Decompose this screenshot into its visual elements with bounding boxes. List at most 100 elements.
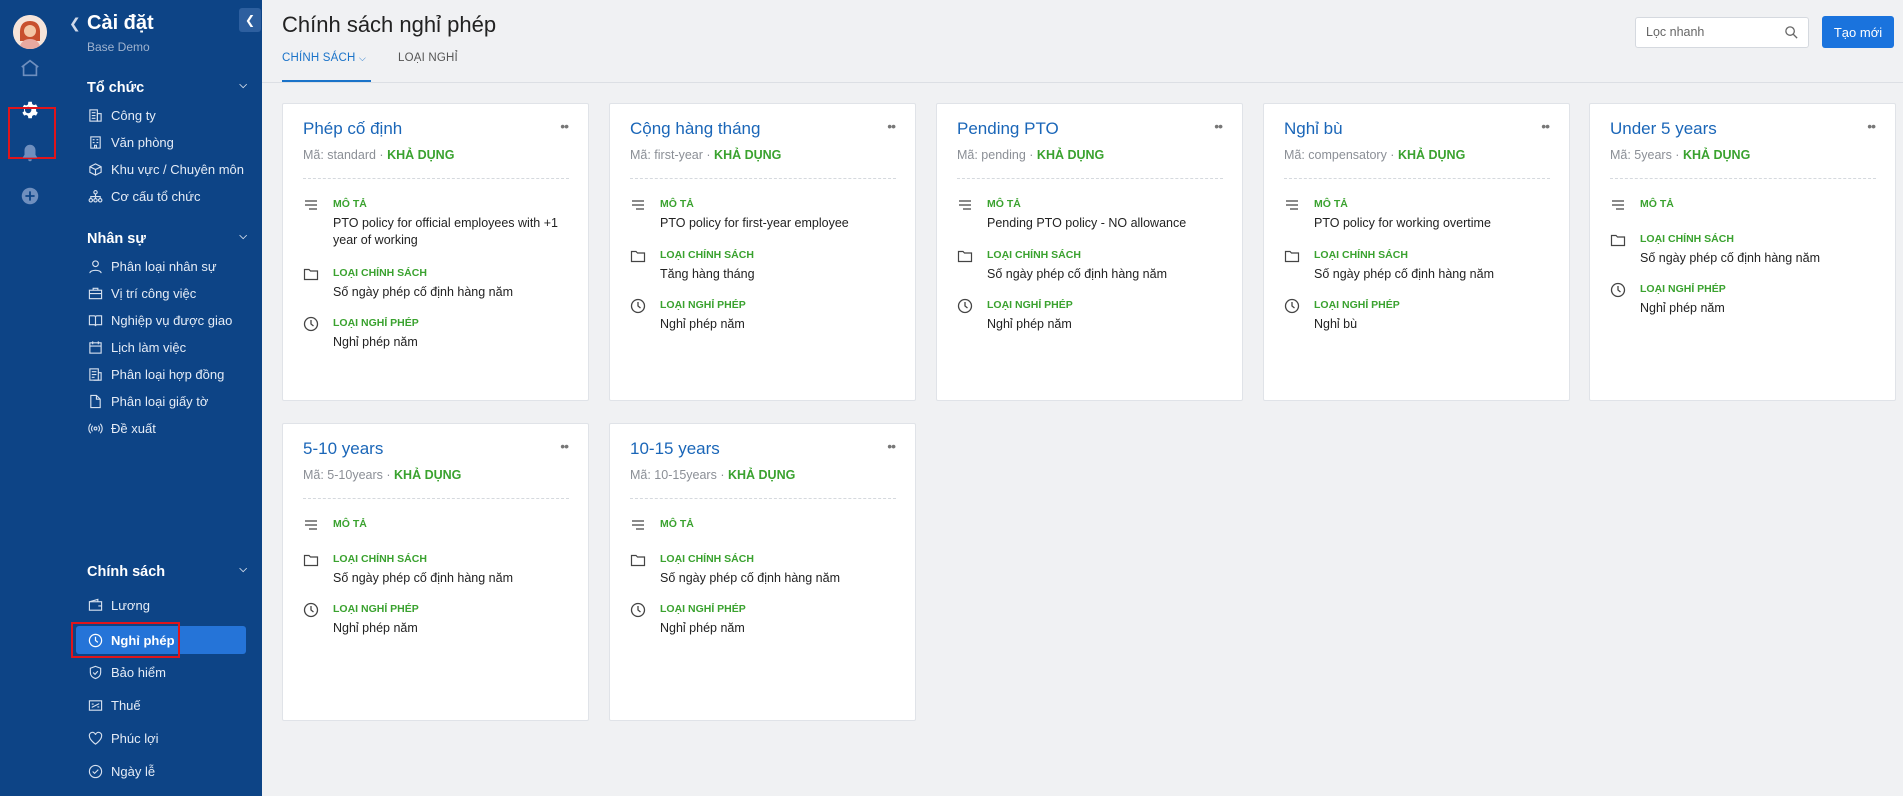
divider xyxy=(303,498,569,499)
folder-icon xyxy=(630,248,646,264)
folder-icon xyxy=(303,266,319,282)
policy-title[interactable]: 10-15 years xyxy=(630,439,720,459)
shield-icon xyxy=(87,664,103,680)
description-value: Pending PTO policy - NO allowance xyxy=(987,216,1187,230)
description-label: MÔ TẢ xyxy=(660,518,694,530)
policy-code: Mã: 10-15years · xyxy=(630,468,725,482)
policy-code: Mã: pending · xyxy=(957,148,1034,162)
sidebar-item-luong[interactable]: Lương xyxy=(87,594,150,616)
policy-type-label: LOẠI CHÍNH SÁCH xyxy=(1640,233,1734,245)
policy-title[interactable]: Under 5 years xyxy=(1610,119,1717,139)
clock-icon xyxy=(630,298,646,314)
leave-type-value: Nghỉ phép năm xyxy=(987,317,1072,331)
sidebar-item-nghiep-vu[interactable]: Nghiệp vụ được giao xyxy=(87,309,232,331)
clock-icon xyxy=(630,602,646,618)
create-new-button[interactable]: Tạo mới xyxy=(1822,16,1894,48)
add-circle-icon[interactable] xyxy=(17,183,43,209)
text-lines-icon xyxy=(1610,197,1626,213)
active-tab-indicator xyxy=(282,80,371,82)
bell-icon[interactable] xyxy=(17,140,43,166)
policy-meta: Mã: 5years · KHẢ DỤNG xyxy=(1610,148,1750,162)
more-options-icon[interactable]: •• xyxy=(1867,118,1876,134)
policy-card[interactable]: Cộng hàng tháng •• Mã: first-year · KHẢ … xyxy=(609,103,916,401)
leave-type-label: LOẠI NGHỈ PHÉP xyxy=(987,299,1073,311)
description-label: MÔ TẢ xyxy=(1314,198,1348,210)
sidebar-item-giay-to[interactable]: Phân loại giấy tờ xyxy=(87,390,208,412)
sidebar-item-hop-dong[interactable]: Phân loại hợp đồng xyxy=(87,363,224,385)
search-input[interactable] xyxy=(1646,25,1776,39)
more-options-icon[interactable]: •• xyxy=(1541,118,1550,134)
sidebar-item-bao-hiem[interactable]: Bảo hiểm xyxy=(87,661,166,683)
policy-card[interactable]: Nghỉ bù •• Mã: compensatory · KHẢ DỤNG M… xyxy=(1263,103,1570,401)
policy-title[interactable]: Cộng hàng tháng xyxy=(630,119,760,139)
section-nhan-su[interactable]: Nhân sự ⌵ xyxy=(87,231,247,247)
document-icon xyxy=(87,393,103,409)
sidebar-item-label: Cơ cấu tổ chức xyxy=(111,188,201,204)
policy-card[interactable]: 10-15 years •• Mã: 10-15years · KHẢ DỤNG… xyxy=(609,423,916,721)
policy-type-label: LOẠI CHÍNH SÁCH xyxy=(660,553,754,565)
sidebar-item-label: Phân loại hợp đồng xyxy=(111,366,225,382)
policy-type-value: Số ngày phép cố định hàng năm xyxy=(660,571,840,585)
policy-type-value: Tăng hàng tháng xyxy=(660,267,755,281)
status-badge: KHẢ DỤNG xyxy=(714,148,782,162)
sidebar-item-cong-ty[interactable]: Công ty xyxy=(87,104,156,126)
policy-title[interactable]: Nghỉ bù xyxy=(1284,119,1343,139)
wallet-icon xyxy=(87,597,103,613)
quick-filter xyxy=(1635,17,1809,48)
sidebar-item-vi-tri[interactable]: Vị trí công việc xyxy=(87,282,196,304)
sidebar-item-label: Vị trí công việc xyxy=(111,285,197,301)
clock-icon xyxy=(957,298,973,314)
section-to-chuc[interactable]: Tổ chức ⌵ xyxy=(87,80,247,96)
sidebar-item-label: Lịch làm việc xyxy=(111,339,187,355)
search-icon[interactable] xyxy=(1784,25,1799,40)
sidebar-item-phan-loai-nhan-su[interactable]: Phân loại nhân sự xyxy=(87,255,217,277)
policy-title[interactable]: 5-10 years xyxy=(303,439,383,459)
policy-type-label: LOẠI CHÍNH SÁCH xyxy=(987,249,1081,261)
policy-code: Mã: first-year · xyxy=(630,148,711,162)
policy-meta: Mã: pending · KHẢ DỤNG xyxy=(957,148,1104,162)
collapse-sidebar-button[interactable]: ❮ xyxy=(239,8,261,32)
divider xyxy=(630,498,896,499)
back-icon[interactable]: ❮ xyxy=(69,15,81,32)
description-label: MÔ TẢ xyxy=(660,198,694,210)
divider xyxy=(957,178,1223,179)
more-options-icon[interactable]: •• xyxy=(887,118,896,134)
policy-meta: Mã: standard · KHẢ DỤNG xyxy=(303,148,454,162)
sidebar-item-thue[interactable]: Thuế xyxy=(87,694,141,716)
sidebar-item-label: Thuế xyxy=(111,697,141,713)
sidebar-item-phuc-loi[interactable]: Phúc lợi xyxy=(87,727,159,749)
policy-title[interactable]: Pending PTO xyxy=(957,119,1059,139)
sidebar-item-lich-lam-viec[interactable]: Lịch làm việc xyxy=(87,336,186,358)
description-value: PTO policy for working overtime xyxy=(1314,216,1491,230)
policy-card[interactable]: 5-10 years •• Mã: 5-10years · KHẢ DỤNG M… xyxy=(282,423,589,721)
divider xyxy=(630,178,896,179)
more-options-icon[interactable]: •• xyxy=(887,438,896,454)
description-label: MÔ TẢ xyxy=(333,198,367,210)
policy-code: Mã: 5-10years · xyxy=(303,468,391,482)
leave-type-label: LOẠI NGHỈ PHÉP xyxy=(333,317,419,329)
section-chinh-sach[interactable]: Chính sách ⌵ xyxy=(87,564,247,580)
tab-chinh-sach[interactable]: CHÍNH SÁCH ⌵ xyxy=(282,52,366,64)
home-icon[interactable] xyxy=(17,55,43,81)
status-badge: KHẢ DỤNG xyxy=(394,468,462,482)
avatar[interactable] xyxy=(13,15,47,49)
calendar-icon xyxy=(87,339,103,355)
policy-title[interactable]: Phép cố định xyxy=(303,119,402,139)
sidebar-item-ngay-le[interactable]: Ngày lễ xyxy=(87,760,155,782)
sidebar-item-van-phong[interactable]: Văn phòng xyxy=(87,131,174,153)
policy-card[interactable]: Under 5 years •• Mã: 5years · KHẢ DỤNG M… xyxy=(1589,103,1896,401)
sidebar-item-label: Bảo hiểm xyxy=(111,664,166,680)
more-options-icon[interactable]: •• xyxy=(560,438,569,454)
sidebar-item-label: Văn phòng xyxy=(111,134,174,150)
sidebar-item-label: Phân loại nhân sự xyxy=(111,258,217,274)
sidebar-item-de-xuat[interactable]: Đề xuất xyxy=(87,417,156,439)
policy-card[interactable]: Pending PTO •• Mã: pending · KHẢ DỤNG MÔ… xyxy=(936,103,1243,401)
policy-card[interactable]: Phép cố định •• Mã: standard · KHẢ DỤNG … xyxy=(282,103,589,401)
divider xyxy=(1284,178,1550,179)
sidebar-item-label: Lương xyxy=(111,597,150,613)
more-options-icon[interactable]: •• xyxy=(560,118,569,134)
sidebar-item-co-cau[interactable]: Cơ cấu tổ chức xyxy=(87,185,200,207)
more-options-icon[interactable]: •• xyxy=(1214,118,1223,134)
sidebar-item-khu-vuc[interactable]: Khu vực / Chuyên môn xyxy=(87,158,244,180)
tab-loai-nghi[interactable]: LOẠI NGHỈ xyxy=(398,52,458,64)
